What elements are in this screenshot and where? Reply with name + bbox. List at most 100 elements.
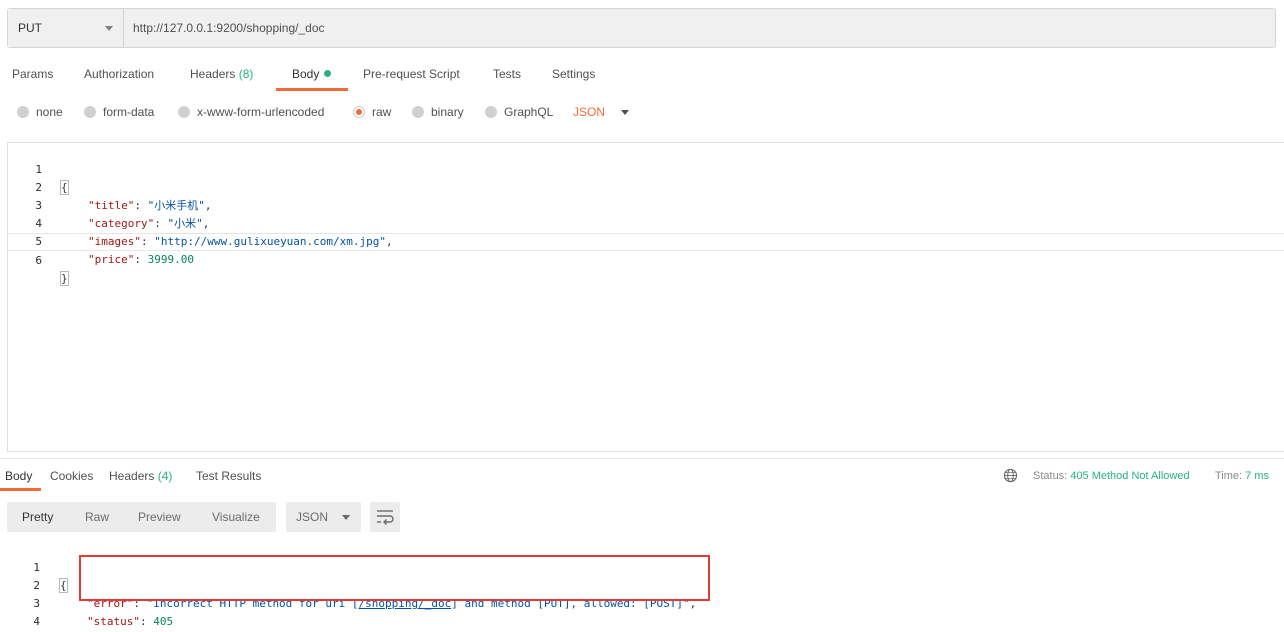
wrap-lines-button[interactable] (370, 502, 400, 532)
radio-checked-icon (353, 106, 365, 118)
tab-body[interactable]: Body (292, 60, 332, 91)
method-label: PUT (18, 21, 42, 35)
radio-label: form-data (103, 105, 155, 119)
time-value: 7 ms (1245, 470, 1269, 482)
radio-x-www-form-urlencoded[interactable]: x-www-form-urlencoded (178, 100, 324, 124)
json-key: "status" (87, 615, 140, 628)
line-number: 6 (35, 254, 42, 267)
response-time[interactable]: Time: 7 ms (1215, 462, 1269, 490)
code-line: 4 } (0, 595, 1284, 628)
radio-icon (84, 106, 96, 118)
view-label: Raw (85, 510, 110, 524)
tab-label: Params (12, 67, 54, 81)
tab-label: Body (292, 67, 320, 81)
response-format-select[interactable]: JSON (286, 502, 361, 532)
code-line: 2 "title": "小米手机", (8, 161, 1284, 212)
response-body-viewer[interactable]: 1 { 2 "error": "Incorrect HTTP method fo… (0, 541, 1284, 632)
tab-count: (8) (238, 67, 254, 81)
tab-count: (4) (157, 469, 173, 483)
radio-label: GraphQL (504, 105, 554, 119)
radio-icon (17, 106, 29, 118)
tab-label: Settings (552, 67, 596, 81)
modified-dot-icon (324, 70, 332, 77)
body-format-select[interactable]: JSON (573, 100, 630, 124)
tab-label: Body (5, 469, 33, 483)
view-label: Visualize (212, 510, 260, 524)
code-line: 1 { (0, 541, 1284, 593)
tab-settings[interactable]: Settings (552, 60, 595, 91)
line-number: 4 (33, 615, 40, 628)
code-line: 1 { (8, 143, 1284, 195)
tab-tests[interactable]: Tests (493, 60, 521, 91)
response-view-toggle: Pretty Raw Preview Visualize (7, 502, 276, 532)
request-tabs: Params Authorization Headers (8) Body Pr… (0, 60, 1284, 92)
view-visualize-button[interactable]: Visualize (212, 502, 260, 532)
tab-label: Test Results (196, 469, 262, 483)
method-select[interactable]: PUT (8, 9, 124, 47)
active-tab-indicator (276, 88, 348, 91)
radio-binary[interactable]: binary (412, 100, 464, 124)
tab-params[interactable]: Params (12, 60, 53, 91)
response-active-tab-indicator (0, 488, 41, 491)
close-brace: } (60, 271, 69, 286)
code-text: } (60, 270, 69, 288)
code-line: 3 "status": 405 (0, 577, 1284, 628)
radio-icon (178, 106, 190, 118)
view-label: Pretty (22, 510, 54, 524)
radio-icon (412, 106, 424, 118)
url-text: http://127.0.0.1:9200/shopping/_doc (133, 21, 325, 35)
tab-authorization[interactable]: Authorization (84, 60, 154, 91)
request-url-bar: PUT http://127.0.0.1:9200/shopping/_doc (7, 8, 1276, 48)
response-divider (0, 458, 1284, 459)
resp-tab-cookies[interactable]: Cookies (50, 462, 93, 490)
body-format-label: JSON (573, 105, 606, 119)
radio-label: binary (431, 105, 464, 119)
tab-pre-request-script[interactable]: Pre-request Script (363, 60, 460, 91)
radio-label: none (36, 105, 63, 119)
chevron-down-icon (342, 514, 351, 520)
radio-raw[interactable]: raw (353, 100, 391, 124)
code-text: "status": 405 (87, 615, 174, 628)
request-body-editor[interactable]: 1 { 2 "title": "小米手机", 3 "category": "小米… (7, 142, 1284, 452)
json-value: 3999.00 (147, 253, 194, 266)
json-value: 405 (153, 615, 174, 628)
url-input[interactable]: http://127.0.0.1:9200/shopping/_doc (124, 9, 1275, 47)
radio-label: raw (372, 105, 392, 119)
globe-icon[interactable] (1003, 468, 1018, 483)
radio-form-data[interactable]: form-data (84, 100, 154, 124)
json-sep: : (134, 253, 148, 266)
tab-headers[interactable]: Headers (8) (190, 60, 253, 91)
tab-label: Cookies (50, 469, 94, 483)
code-line: 5 "price": 3999.00 (8, 215, 1284, 266)
radio-label: x-www-form-urlencoded (197, 105, 325, 119)
view-pretty-button[interactable]: Pretty (22, 502, 53, 532)
tab-label: Headers (109, 469, 155, 483)
status-value: 405 Method Not Allowed (1070, 470, 1190, 482)
code-line: 4 "images": "http://www.gulixueyuan.com/… (8, 197, 1284, 248)
code-line: 2 "error": "Incorrect HTTP method for ur… (0, 559, 1284, 610)
tab-label: Pre-request Script (363, 67, 460, 81)
code-text: "price": 3999.00 (88, 251, 194, 269)
response-status[interactable]: Status: 405 Method Not Allowed (1033, 462, 1190, 490)
code-line-active: 6 } (8, 233, 1284, 286)
tab-label: Tests (493, 67, 522, 81)
radio-icon (485, 106, 497, 118)
status-label: Status: (1033, 470, 1068, 482)
view-label: Preview (138, 510, 181, 524)
code-line: 3 "category": "小米", (8, 179, 1284, 230)
time-label: Time: (1215, 470, 1243, 482)
body-type-options: none form-data x-www-form-urlencoded raw… (0, 100, 1284, 124)
format-label: JSON (296, 510, 329, 524)
resp-tab-body[interactable]: Body (5, 462, 32, 490)
radio-graphql[interactable]: GraphQL (485, 100, 553, 124)
chevron-down-icon (621, 109, 630, 115)
view-raw-button[interactable]: Raw (85, 502, 109, 532)
tab-label: Authorization (84, 67, 155, 81)
view-preview-button[interactable]: Preview (138, 502, 181, 532)
radio-none[interactable]: none (17, 100, 63, 124)
chevron-down-icon (105, 25, 113, 31)
json-key: "price" (88, 253, 135, 266)
wrap-lines-icon (377, 510, 394, 525)
resp-tab-test-results[interactable]: Test Results (196, 462, 261, 490)
resp-tab-headers[interactable]: Headers (4) (109, 462, 172, 490)
